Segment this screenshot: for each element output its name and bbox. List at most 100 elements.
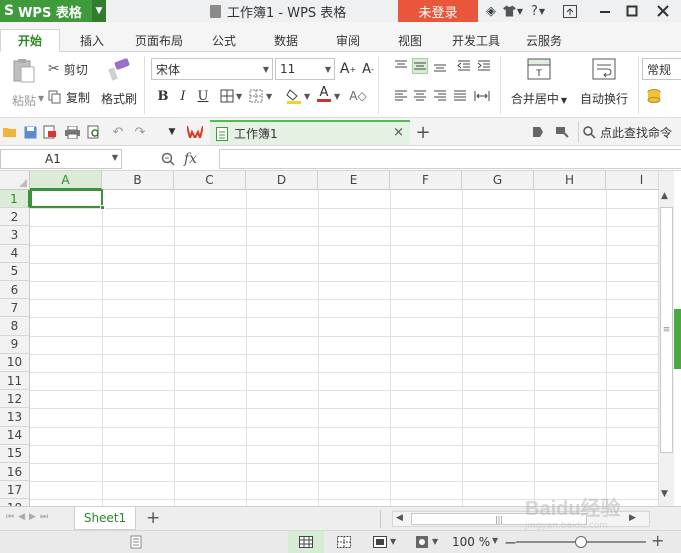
app-menu-button[interactable]: S WPS 表格 ▼ xyxy=(0,0,106,22)
print-preview-icon[interactable] xyxy=(86,124,102,140)
number-format-combo[interactable]: 常规 xyxy=(642,58,681,80)
align-center-icon[interactable] xyxy=(412,88,428,104)
restore-panel-icon[interactable] xyxy=(559,0,581,22)
normal-view-button[interactable] xyxy=(288,531,324,553)
cell-style-icon[interactable] xyxy=(248,88,264,104)
undo-icon[interactable]: ↶ xyxy=(110,124,126,140)
page-layout-view-icon[interactable] xyxy=(372,534,388,550)
view-dropdown-icon[interactable]: ▼ xyxy=(390,537,396,546)
name-box[interactable]: A1 ▼ xyxy=(0,149,122,169)
horizontal-scrollbar[interactable]: ◀ ||| ▶ xyxy=(392,511,650,527)
justify-icon[interactable] xyxy=(452,88,468,104)
bold-button[interactable]: B xyxy=(155,88,171,104)
tab-view[interactable]: 视图 xyxy=(384,29,436,52)
customize-toolbar-icon[interactable]: ▼ xyxy=(164,124,180,140)
row-header[interactable]: 12 xyxy=(0,390,30,409)
column-header[interactable]: A xyxy=(30,171,102,190)
column-header[interactable]: F xyxy=(390,171,462,190)
tab-cloud-services[interactable]: 云服务 xyxy=(516,29,572,52)
spreadsheet-grid[interactable]: ABCDEFGHI 123456789101112131415161718 xyxy=(0,171,658,506)
column-header[interactable]: D xyxy=(246,171,318,190)
align-top-icon[interactable] xyxy=(393,58,409,74)
distributed-align-icon[interactable] xyxy=(474,88,490,104)
row-header[interactable]: 3 xyxy=(0,226,30,245)
cell-style-dropdown-icon[interactable]: ▼ xyxy=(266,92,272,101)
add-sheet-icon[interactable]: + xyxy=(146,508,160,528)
formula-input[interactable] xyxy=(219,149,681,169)
save-icon[interactable] xyxy=(22,124,38,140)
print-icon[interactable] xyxy=(64,124,80,140)
close-tab-icon[interactable]: × xyxy=(393,125,404,140)
scroll-up-icon[interactable]: ▲ xyxy=(661,191,668,201)
underline-button[interactable]: U xyxy=(195,88,211,104)
zoom-dropdown-icon[interactable]: ▼ xyxy=(492,536,498,545)
font-color-icon[interactable]: A xyxy=(316,86,332,102)
zoom-in-icon[interactable]: + xyxy=(651,531,664,550)
column-header[interactable]: B xyxy=(102,171,174,190)
clear-format-icon[interactable]: A◇ xyxy=(349,88,366,104)
tab-data[interactable]: 数据 xyxy=(260,29,312,52)
chevron-down-icon[interactable]: ▼ xyxy=(112,153,118,162)
login-button[interactable]: 未登录 xyxy=(398,0,478,22)
paste-dropdown-icon[interactable]: ▼ xyxy=(38,94,44,103)
tab-review[interactable]: 审阅 xyxy=(322,29,374,52)
zoom-slider-handle[interactable] xyxy=(575,536,587,548)
reading-mode-icon[interactable] xyxy=(414,534,430,550)
open-folder-icon[interactable] xyxy=(2,124,18,140)
sheet-nav-icons[interactable]: ⏮◀▶⏭ xyxy=(6,512,52,522)
row-header[interactable]: 7 xyxy=(0,299,30,318)
fill-dropdown-icon[interactable]: ▼ xyxy=(304,92,310,101)
help-icon[interactable]: ? ▼ xyxy=(527,0,549,22)
vertical-scroll-thumb[interactable]: ≡ xyxy=(660,207,673,453)
align-middle-icon[interactable] xyxy=(412,58,428,74)
font-size-combo[interactable]: 11 ▼ xyxy=(275,58,335,80)
tab-formulas[interactable]: 公式 xyxy=(198,29,250,52)
format-painter-button[interactable]: 格式刷 xyxy=(100,58,138,114)
borders-dropdown-icon[interactable]: ▼ xyxy=(236,92,242,101)
row-header[interactable]: 2 xyxy=(0,208,30,227)
column-header[interactable]: I xyxy=(606,171,658,190)
column-header[interactable]: C xyxy=(174,171,246,190)
column-header[interactable]: H xyxy=(534,171,606,190)
row-header[interactable]: 13 xyxy=(0,408,30,427)
merge-center-button[interactable]: T 合并居中 ▼ xyxy=(508,58,570,114)
scroll-right-icon[interactable]: ▶ xyxy=(629,513,636,523)
scroll-down-icon[interactable]: ▼ xyxy=(661,489,668,499)
increase-font-icon[interactable]: A + xyxy=(340,61,356,77)
fx-icon[interactable]: fx xyxy=(184,149,197,169)
row-header[interactable]: 11 xyxy=(0,372,30,391)
vertical-scrollbar[interactable]: ▲ ≡ ▼ xyxy=(658,171,674,506)
tab-home[interactable]: 开始 xyxy=(0,29,60,52)
zoom-level[interactable]: 100 % xyxy=(452,531,490,553)
row-header[interactable]: 6 xyxy=(0,281,30,300)
maximize-icon[interactable] xyxy=(622,0,642,22)
row-header[interactable]: 16 xyxy=(0,463,30,482)
paste-button[interactable]: 粘贴 xyxy=(4,58,44,114)
align-bottom-icon[interactable] xyxy=(432,58,448,74)
zoom-slider[interactable] xyxy=(516,536,646,548)
copy-button[interactable]: 复制 xyxy=(48,88,90,106)
row-header[interactable]: 4 xyxy=(0,244,30,263)
new-tab-icon[interactable]: + xyxy=(414,121,432,143)
select-all-corner[interactable] xyxy=(0,171,30,190)
italic-button[interactable]: I xyxy=(175,88,191,104)
collaborate-icon[interactable] xyxy=(554,124,570,140)
minimize-icon[interactable] xyxy=(595,0,615,22)
row-header[interactable]: 14 xyxy=(0,426,30,445)
row-header[interactable]: 8 xyxy=(0,317,30,336)
app-menu-dropdown-icon[interactable]: ▼ xyxy=(92,0,106,22)
tab-workbook1[interactable]: 工作簿1 × xyxy=(210,120,410,145)
reading-dropdown-icon[interactable]: ▼ xyxy=(432,537,438,546)
tab-insert[interactable]: 插入 xyxy=(64,29,120,52)
align-left-icon[interactable] xyxy=(393,88,409,104)
wrap-text-button[interactable]: 自动换行 xyxy=(576,58,632,114)
column-header[interactable]: G xyxy=(462,171,534,190)
currency-format-icon[interactable] xyxy=(646,88,662,104)
fill-handle[interactable] xyxy=(100,205,105,210)
borders-icon[interactable] xyxy=(219,88,235,104)
decrease-font-icon[interactable]: A- xyxy=(360,61,376,77)
row-header[interactable]: 18 xyxy=(0,499,30,506)
row-header[interactable]: 1 xyxy=(0,190,30,209)
horizontal-scroll-thumb[interactable]: ||| xyxy=(411,513,587,525)
page-break-view-icon[interactable] xyxy=(336,534,352,550)
